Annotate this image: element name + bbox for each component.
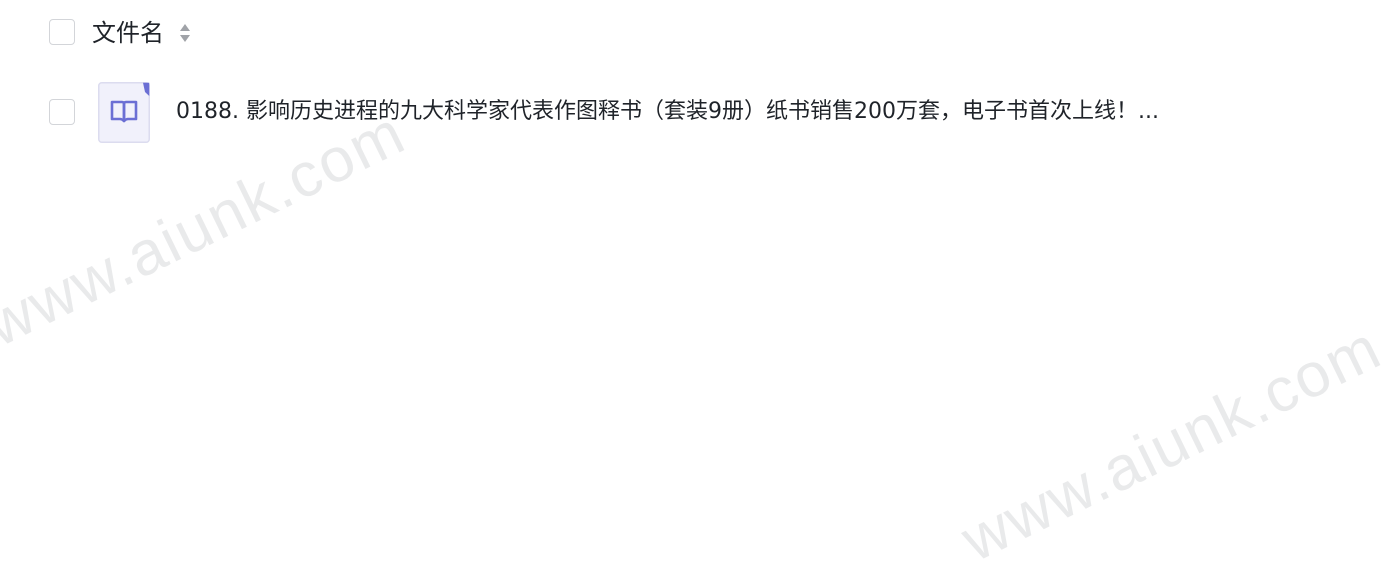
watermark-text: www.aiunk.com bbox=[0, 97, 417, 361]
file-select-checkbox[interactable] bbox=[49, 99, 75, 125]
watermark-text: www.aiunk.com bbox=[951, 312, 1384, 576]
book-file-icon bbox=[98, 82, 150, 143]
file-name-link[interactable]: 0188. 影响历史进程的九大科学家代表作图释书（套装9册）纸书销售200万套，… bbox=[176, 96, 1246, 128]
select-all-checkbox[interactable] bbox=[49, 19, 75, 45]
file-list-page: 文件名 0188. 影响历史进程的九大科学家代表作图释书（套装9册）纸书销售20… bbox=[0, 0, 1384, 588]
sort-updown-icon[interactable] bbox=[178, 21, 192, 45]
column-header-filename[interactable]: 文件名 bbox=[92, 17, 164, 49]
